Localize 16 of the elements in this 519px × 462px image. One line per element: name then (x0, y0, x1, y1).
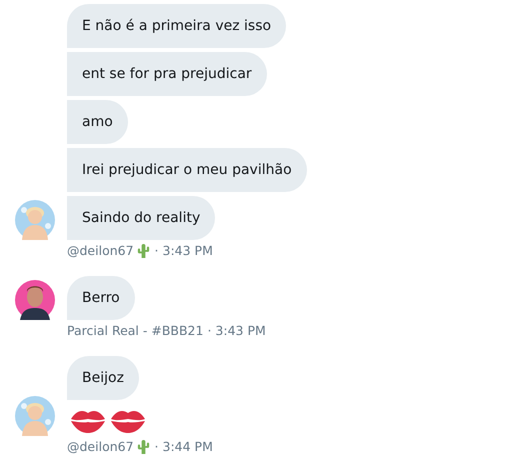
cactus-icon (136, 439, 151, 454)
message-bubble: Irei prejudicar o meu pavilhão (67, 148, 307, 192)
message-bubble: Saindo do reality (67, 196, 216, 240)
message-bubble: Beijoz (67, 356, 139, 400)
message-bubble: Berro (67, 276, 135, 320)
sender-name: Parcial Real - #BBB21 (67, 323, 204, 338)
timestamp: · 3:43 PM (154, 243, 213, 258)
avatar[interactable] (15, 280, 55, 320)
timestamp: · 3:43 PM (207, 323, 266, 338)
sender-name: @deilon67 (67, 243, 134, 258)
message-bubble: E não é a primeira vez isso (67, 4, 286, 48)
message-bubble: ent se for pra prejudicar (67, 52, 267, 96)
timestamp: · 3:44 PM (154, 439, 213, 454)
message-bubble: amo (67, 100, 128, 144)
sender-name: @deilon67 (67, 439, 134, 454)
cactus-icon (136, 243, 151, 258)
